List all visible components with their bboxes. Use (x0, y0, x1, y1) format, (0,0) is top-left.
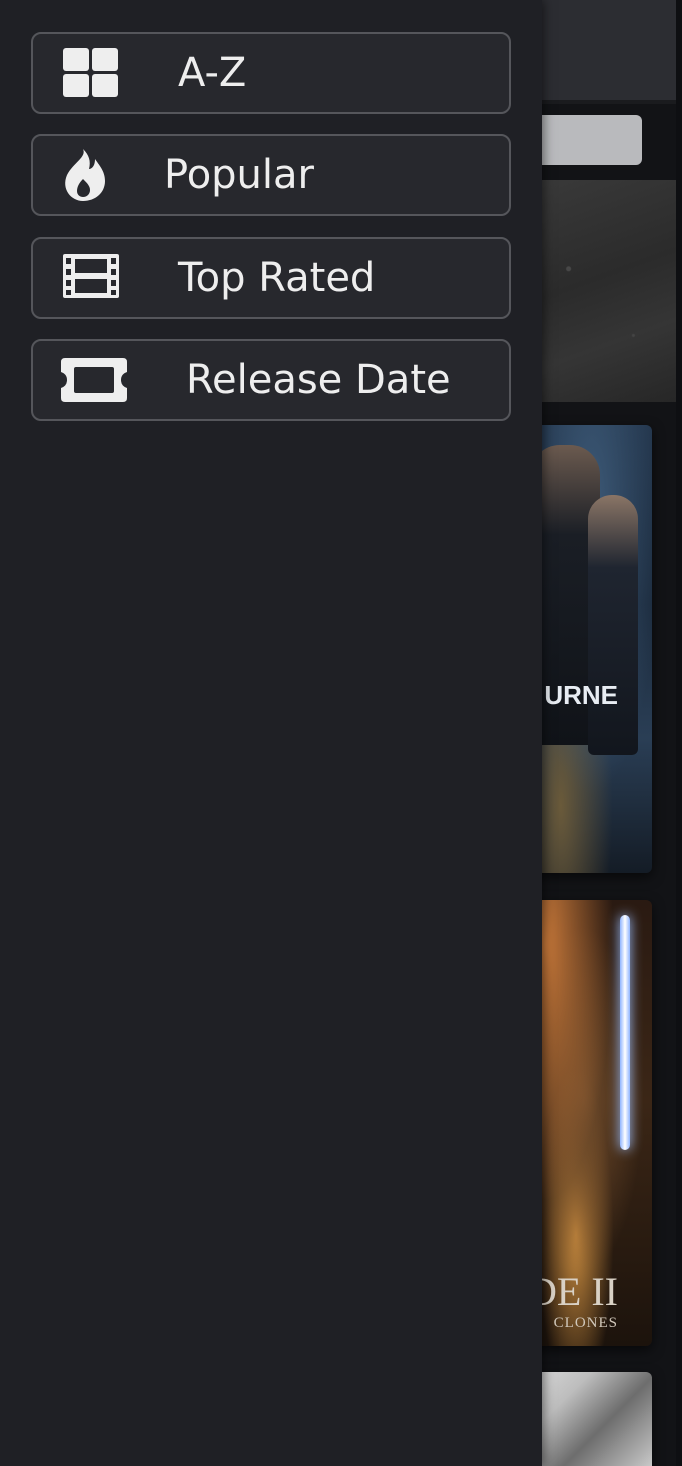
lightsaber-graphic (620, 915, 630, 1150)
sort-item-top-rated[interactable]: Top Rated (31, 237, 511, 319)
ticket-icon (61, 352, 131, 408)
app-screen: URNE DE II CLONES A-Z Popular Top Rated … (0, 0, 682, 1466)
sort-item-label: Release Date (186, 357, 451, 403)
featured-banner[interactable] (520, 180, 682, 402)
sort-item-label: Top Rated (178, 255, 376, 301)
sort-item-popular[interactable]: Popular (31, 134, 511, 216)
sort-drawer: A-Z Popular Top Rated Release Date (0, 0, 542, 1466)
flame-icon (61, 147, 131, 203)
sort-item-label: A-Z (178, 50, 247, 96)
film-strip-icon (61, 250, 131, 306)
poster-figure (588, 495, 638, 755)
sort-item-label: Popular (164, 152, 314, 198)
screen-edge (676, 0, 682, 1466)
sort-item-release-date[interactable]: Release Date (31, 339, 511, 421)
grid-icon (61, 45, 131, 101)
sort-item-a-z[interactable]: A-Z (31, 32, 511, 114)
